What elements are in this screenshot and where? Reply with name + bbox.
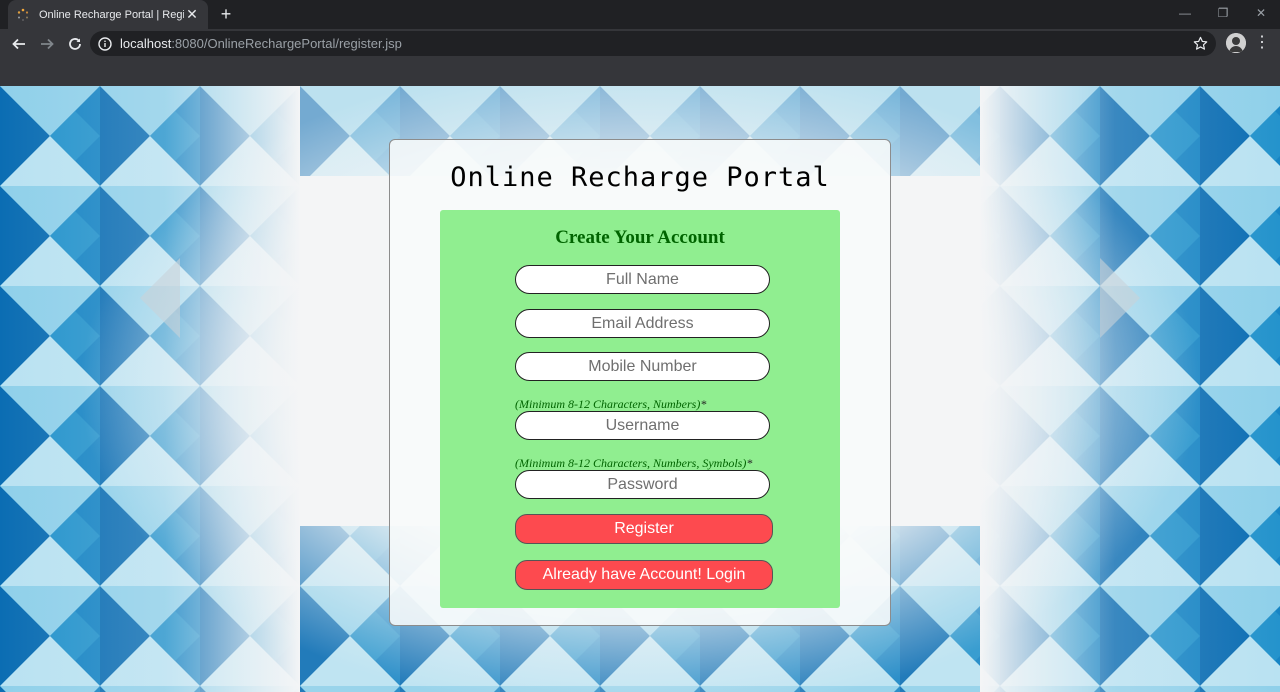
form-heading: Create Your Account: [555, 227, 725, 248]
mobile-input[interactable]: [515, 352, 770, 381]
register-button[interactable]: Register: [515, 514, 773, 544]
tab-strip: Online Recharge Portal | Register ✕ + — …: [0, 0, 1280, 29]
close-window-icon[interactable]: ✕: [1242, 0, 1280, 26]
register-form: Create Your Account (Minimum 8-12 Charac…: [440, 210, 840, 608]
username-hint-text: (Minimum 8-12 Characters, Numbers): [515, 397, 701, 411]
page-title: Online Recharge Portal: [450, 162, 830, 193]
forward-icon[interactable]: [34, 31, 60, 57]
tab-title: Online Recharge Portal | Register: [39, 8, 184, 21]
minimize-icon[interactable]: —: [1166, 0, 1204, 26]
new-tab-icon[interactable]: +: [216, 4, 236, 24]
password-hint-text: (Minimum 8-12 Characters, Numbers, Symbo…: [515, 456, 747, 470]
register-card: Online Recharge Portal Create Your Accou…: [389, 139, 891, 626]
password-required-marker: *: [746, 456, 753, 470]
url-path: :8080/OnlineRechargePortal/register.jsp: [171, 36, 402, 51]
email-input[interactable]: [515, 309, 770, 338]
profile-avatar-icon[interactable]: [1226, 33, 1246, 53]
url-host: localhost: [120, 36, 172, 51]
username-required-marker: *: [700, 397, 707, 411]
page-viewport: Online Recharge Portal Create Your Accou…: [0, 86, 1280, 692]
browser-tab[interactable]: Online Recharge Portal | Register ✕: [8, 0, 208, 29]
restore-icon[interactable]: ❐: [1204, 0, 1242, 26]
window-controls: — ❐ ✕: [1166, 0, 1280, 29]
login-button[interactable]: Already have Account! Login: [515, 560, 773, 590]
bookmark-star-icon[interactable]: [1193, 36, 1208, 51]
info-icon[interactable]: [98, 36, 112, 51]
bookmark-bar: [0, 58, 1280, 86]
address-bar[interactable]: localhost:8080/OnlineRechargePortal/regi…: [90, 31, 1216, 56]
tab-close-icon[interactable]: ✕: [184, 6, 200, 23]
username-hint: (Minimum 8-12 Characters, Numbers)*: [515, 397, 706, 412]
back-icon[interactable]: [6, 31, 32, 57]
username-input[interactable]: [515, 411, 770, 440]
password-hint: (Minimum 8-12 Characters, Numbers, Symbo…: [515, 456, 752, 471]
browser-menu-icon[interactable]: ⋮: [1254, 33, 1270, 53]
reload-icon[interactable]: [62, 31, 88, 57]
browser-toolbar: localhost:8080/OnlineRechargePortal/regi…: [0, 29, 1280, 58]
password-input[interactable]: [515, 470, 770, 499]
full-name-input[interactable]: [515, 265, 770, 294]
loading-favicon-icon: [17, 8, 29, 21]
